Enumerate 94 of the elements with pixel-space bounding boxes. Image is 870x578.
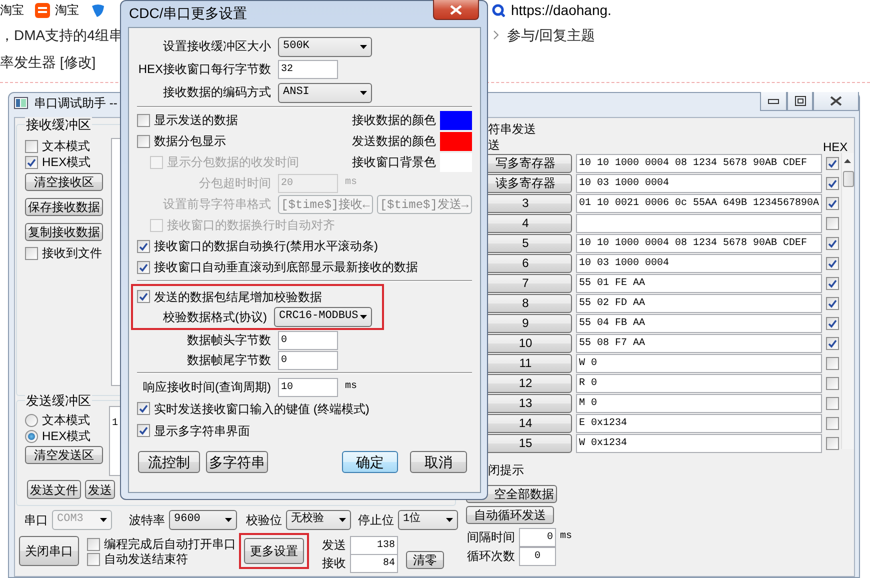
input-field[interactable]: 10 (278, 378, 338, 396)
unit-label: ms (345, 176, 358, 190)
counter-field: 84 (350, 554, 398, 572)
color-label: 接收数据的颜色 (352, 113, 436, 128)
field-label: 接收数据的编码方式 (162, 85, 271, 100)
counter-field: 138 (350, 536, 398, 554)
field-label: 间隔时间 (467, 530, 515, 545)
checkbox-label: 显示分包数据的收发时间 (167, 155, 299, 170)
field-label: 停止位 (358, 512, 394, 528)
checkbox-label: 接收窗口的数据换行时自动对齐 (167, 218, 335, 233)
input-field[interactable]: 0 (519, 528, 556, 547)
button[interactable]: 清空接收区 (25, 173, 103, 191)
dropdown[interactable]: 无校验 (286, 510, 351, 530)
input-field[interactable]: 55 02 FD AA (576, 294, 822, 312)
column-header: HEX (823, 140, 848, 154)
field-label: 数据帧头字节数 (186, 332, 271, 348)
button[interactable]: 保存接收数据 (25, 198, 103, 216)
button[interactable]: 确定 (342, 451, 398, 473)
checkbox-label: 接收窗口的数据自动换行(禁用水平滚动条) (154, 239, 378, 254)
dropdown[interactable]: 9600 (169, 510, 237, 530)
checkbox-label: 显示发送的数据 (154, 113, 238, 128)
button[interactable]: 更多设置 (244, 538, 304, 564)
input-field[interactable]: W 0x1234 (576, 434, 822, 452)
checkbox-label: 数据分包显示 (154, 134, 226, 149)
button[interactable]: 取消 (410, 451, 467, 473)
input-field[interactable]: 0 (519, 547, 556, 566)
dropdown[interactable]: 500K (278, 36, 372, 56)
checkbox-label: 接收窗口自动垂直滚动到底部显示最新接收的数据 (154, 260, 418, 275)
button[interactable]: 自动循环发送 (466, 506, 554, 524)
address-text[interactable]: https://daohang. (511, 2, 612, 18)
checkbox-label: 文本模式 (42, 138, 90, 154)
color-label: 接收窗口背景色 (352, 155, 436, 170)
input-field[interactable]: M 0 (576, 394, 822, 412)
button[interactable]: 清零 (406, 551, 444, 569)
unit-label: ms (560, 530, 572, 544)
checkbox-label: 发送的数据包结尾增加校验数据 (154, 290, 322, 304)
checkbox-label: 编程完成后自动打开串口 (104, 537, 236, 552)
input-field[interactable]: 32 (278, 60, 338, 79)
hint-label: 闭提示 (488, 463, 524, 478)
input-field[interactable]: W 0 (576, 354, 822, 372)
checkbox-label: 实时发送接收窗口输入的键值 (终端模式) (154, 402, 370, 416)
input-field[interactable]: 10 03 1000 0004 (576, 174, 822, 192)
field-label: 校验位 (246, 512, 282, 528)
input-field[interactable]: R 0 (576, 374, 822, 392)
field-label: 响应接收时间(查询周期) (142, 380, 271, 394)
input-field[interactable]: E 0x1234 (576, 414, 822, 432)
input-field[interactable]: 10 10 1000 0004 08 1234 5678 90AB CDEF (576, 154, 822, 172)
group-title: 接收缓冲区 (25, 117, 92, 133)
input-field[interactable]: 0 (278, 350, 338, 370)
dialog-title: CDC/串口更多设置 (129, 5, 248, 22)
checkbox-label: 自动发送结束符 (104, 552, 188, 567)
checkbox-label: HEX模式 (42, 154, 91, 170)
field-label: 校验数据格式(协议) (162, 310, 267, 324)
radio-label: 文本模式 (42, 412, 90, 428)
text-line: 率发生器 [修改] (0, 54, 96, 71)
checkbox-label: 接收到文件 (42, 246, 102, 260)
button[interactable]: 复制接收数据 (25, 223, 103, 241)
checkbox-label: 显示多字符串界面 (154, 424, 250, 438)
button[interactable]: 发送 (85, 480, 115, 499)
field-label: 设置接收缓冲区大小 (162, 39, 271, 54)
input-field[interactable]: 10 10 1000 0004 08 1234 5678 90AB CDEF (576, 234, 822, 252)
input-field[interactable]: 55 08 F7 AA (576, 334, 822, 352)
field-label: 数据帧尾字节数 (186, 352, 271, 368)
counter-label: 接收 (322, 556, 346, 570)
input-field[interactable]: 0 (278, 330, 338, 350)
input-field[interactable]: 10 03 1000 0004 (576, 254, 822, 272)
field-label: 分包超时时间 (198, 176, 271, 191)
dropdown[interactable]: 1位 (398, 510, 458, 530)
bookmark-link[interactable]: 淘宝 (55, 2, 79, 18)
field-label: 串口 (24, 512, 48, 528)
field-label: HEX接收窗口每行字节数 (137, 62, 271, 77)
button[interactable]: 清空发送区 (25, 446, 103, 464)
bookmark-link[interactable]: 淘宝 (0, 2, 24, 18)
counter-label: 发送 (322, 538, 346, 552)
input-field[interactable]: 55 04 FB AA (576, 314, 822, 332)
button[interactable]: 关闭串口 (19, 536, 79, 566)
radio-label: HEX模式 (42, 428, 91, 444)
group-title: 发送缓冲区 (25, 393, 92, 409)
unit-label: ms (345, 380, 358, 394)
button[interactable]: 发送文件 (27, 480, 81, 499)
input-field[interactable]: 55 01 FE AA (576, 274, 822, 292)
reply-link[interactable]: 参与/回复主题 (507, 27, 595, 44)
panel-subtitle: 送 (488, 138, 500, 152)
input-field[interactable]: 01 10 0021 0006 0c 55AA 649B 1234567890A (576, 194, 822, 212)
field-label: 波特率 (129, 512, 165, 528)
color-label: 发送数据的颜色 (352, 134, 436, 149)
dropdown[interactable]: CRC16-MODBUS (274, 307, 372, 327)
button[interactable]: 多字符串 (206, 451, 268, 473)
button[interactable]: 流控制 (138, 451, 200, 473)
field-label: 设置前导字符串格式 (162, 197, 271, 212)
dropdown[interactable]: ANSI (278, 82, 372, 102)
panel-title: 符串发送 (488, 122, 536, 136)
field-label: 循环次数 (467, 549, 515, 564)
window-title: 串口调试助手 -- (34, 96, 118, 110)
